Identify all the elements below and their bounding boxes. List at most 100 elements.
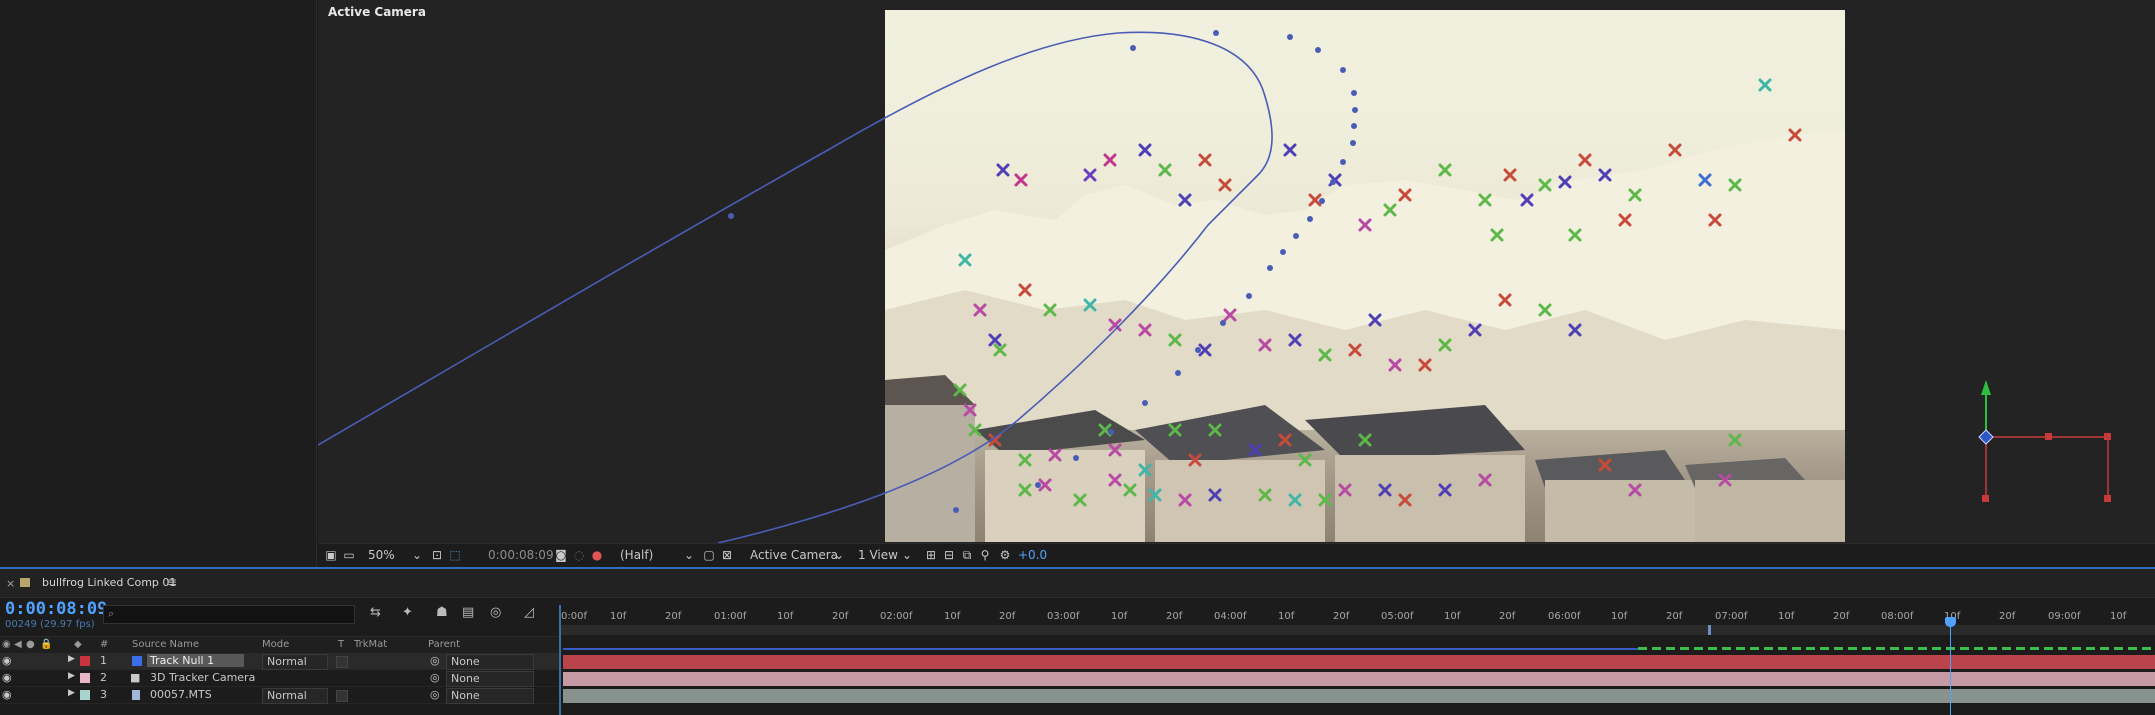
always-preview-icon[interactable]: ▣ bbox=[324, 548, 338, 562]
composition-icon bbox=[20, 578, 30, 587]
reset-exposure-icon[interactable]: ⚙ bbox=[998, 548, 1012, 562]
keyframe-line bbox=[563, 648, 1638, 650]
exposure-value[interactable]: +0.0 bbox=[1018, 548, 1047, 562]
playhead-line[interactable] bbox=[1950, 617, 1951, 715]
view-layout-dropdown[interactable]: 1 View bbox=[858, 548, 898, 562]
label-color-swatch[interactable] bbox=[80, 690, 90, 700]
keyframe-strip bbox=[563, 645, 2155, 651]
layer-row-3[interactable]: ◉ ▶ 3 00057.MTS Normal ◎ None bbox=[0, 687, 560, 704]
col-t[interactable]: T bbox=[338, 639, 344, 650]
camera-layer-icon: ■ bbox=[130, 671, 141, 684]
expand-triangle-icon[interactable]: ▶ bbox=[68, 671, 75, 681]
show-snapshot-icon[interactable]: ◌ bbox=[572, 548, 586, 562]
layer-bar-3[interactable] bbox=[563, 689, 2155, 703]
ruler-tick-label: 20f bbox=[999, 611, 1016, 622]
layer-row-2[interactable]: ◉ ▶ 2 ■ 3D Tracker Camera ◎ None bbox=[0, 670, 560, 687]
pickwhip-icon[interactable]: ◎ bbox=[430, 671, 440, 684]
ruler-tick-label: 09:00f bbox=[2048, 611, 2081, 622]
work-area-bar[interactable] bbox=[560, 625, 2155, 635]
ruler-tick-label: 07:00f bbox=[1715, 611, 1748, 622]
ruler-tick-label: 0:00f bbox=[561, 611, 587, 622]
ruler-tick-label: 10f bbox=[1611, 611, 1628, 622]
ruler-tick-label: 10f bbox=[777, 611, 794, 622]
time-ruler[interactable]: 0:00f 10f 20f 01:00f 10f 20f 02:00f 10f 20f 03:00… bbox=[0, 605, 2155, 635]
lock-icon[interactable]: 🔒 bbox=[40, 639, 52, 650]
col-mode[interactable]: Mode bbox=[262, 639, 289, 650]
monitor-icon[interactable]: ▭ bbox=[342, 548, 356, 562]
ruler-tick-label: 08:00f bbox=[1881, 611, 1914, 622]
preserve-transparency-checkbox[interactable] bbox=[336, 690, 348, 702]
ruler-tick-label: 20f bbox=[1166, 611, 1183, 622]
composition-viewer[interactable]: Active Camera bbox=[318, 0, 2155, 567]
layer-number: 3 bbox=[100, 688, 107, 701]
col-parent[interactable]: Parent bbox=[428, 639, 460, 650]
visibility-icon[interactable]: ◉ bbox=[2, 688, 12, 701]
timeline-icon[interactable]: ⧉ bbox=[960, 548, 974, 562]
fast-preview-icon[interactable]: ▢ bbox=[702, 548, 716, 562]
transparency-grid-icon[interactable]: ⊠ bbox=[720, 548, 734, 562]
ruler-tick-label: 10f bbox=[2110, 611, 2127, 622]
pickwhip-icon[interactable]: ◎ bbox=[430, 654, 440, 667]
null-layer-icon bbox=[132, 656, 142, 666]
flowchart-icon[interactable]: ⚲ bbox=[978, 548, 992, 562]
color-channels-icon[interactable]: ● bbox=[590, 548, 604, 562]
ruler-tick-label: 20f bbox=[832, 611, 849, 622]
motion-path-keyframes bbox=[728, 30, 1358, 513]
visibility-icon[interactable]: ◉ bbox=[2, 671, 12, 684]
audio-icon[interactable]: ◀ bbox=[14, 639, 22, 650]
chevron-down-icon: ⌄ bbox=[901, 548, 913, 562]
layer-row-1[interactable]: ◉ ▶ 1 Track Null 1 Normal ◎ None bbox=[0, 653, 560, 670]
toggle-pixel-aspect-icon[interactable]: ⊞ bbox=[924, 548, 938, 562]
visibility-icon[interactable]: ◉ bbox=[2, 654, 12, 667]
work-area-marker[interactable] bbox=[1708, 625, 1711, 635]
layer-number: 1 bbox=[100, 654, 107, 667]
col-trkmat[interactable]: TrkMat bbox=[354, 639, 387, 650]
region-of-interest-icon[interactable]: ⬚ bbox=[448, 548, 462, 562]
parent-dropdown[interactable]: None bbox=[446, 654, 534, 670]
layer-column-headers: ◉ ◀ ● 🔒 ◆ # Source Name Mode T TrkMat Pa… bbox=[0, 636, 560, 654]
solo-icon[interactable]: ● bbox=[26, 639, 35, 650]
render-options-icon[interactable]: ⊟ bbox=[942, 548, 956, 562]
ruler-tick-label: 20f bbox=[1833, 611, 1850, 622]
camera-snapshot-icon[interactable]: ◙ bbox=[554, 548, 568, 562]
ruler-tick-label: 10f bbox=[610, 611, 627, 622]
camera-view-dropdown[interactable]: Active Camera bbox=[750, 548, 838, 562]
parent-dropdown[interactable]: None bbox=[446, 688, 534, 704]
ruler-tick-label: 01:00f bbox=[714, 611, 747, 622]
preserve-transparency-checkbox[interactable] bbox=[336, 656, 348, 668]
layer-name[interactable]: Track Null 1 bbox=[147, 654, 245, 667]
pickwhip-icon[interactable]: ◎ bbox=[430, 688, 440, 701]
keyframe-markers bbox=[1638, 647, 2155, 650]
expand-triangle-icon[interactable]: ▶ bbox=[68, 688, 75, 698]
layer-bar-1[interactable] bbox=[563, 655, 2155, 669]
ruler-tick-label: 05:00f bbox=[1381, 611, 1414, 622]
camera-motion-path[interactable] bbox=[318, 0, 2155, 543]
ruler-tick-label: 20f bbox=[1333, 611, 1350, 622]
col-source-name[interactable]: Source Name bbox=[132, 639, 199, 650]
zoom-dropdown[interactable]: 50% bbox=[368, 548, 395, 562]
label-color-swatch[interactable] bbox=[80, 656, 90, 666]
composition-tab[interactable]: bullfrog Linked Comp 01 bbox=[42, 576, 176, 589]
playhead-handle[interactable] bbox=[1945, 617, 1956, 627]
visibility-icon[interactable]: ◉ bbox=[2, 639, 11, 650]
layer-bar-2[interactable] bbox=[563, 672, 2155, 686]
label-color-swatch[interactable] bbox=[80, 673, 90, 683]
layer-name[interactable]: 00057.MTS bbox=[150, 688, 212, 701]
chevron-down-icon: ⌄ bbox=[833, 548, 845, 562]
viewer-timecode[interactable]: 0:00:08:09 bbox=[488, 548, 554, 562]
label-icon[interactable]: ◆ bbox=[74, 639, 82, 650]
layer-name[interactable]: 3D Tracker Camera bbox=[150, 671, 255, 684]
mode-dropdown[interactable]: Normal bbox=[262, 654, 328, 670]
resolution-dropdown[interactable]: (Half) bbox=[620, 548, 653, 562]
expand-triangle-icon[interactable]: ▶ bbox=[68, 654, 75, 664]
close-icon[interactable]: × bbox=[6, 577, 15, 590]
ruler-tick-label: 20f bbox=[1999, 611, 2016, 622]
parent-dropdown[interactable]: None bbox=[446, 671, 534, 687]
3d-axis-gizmo[interactable] bbox=[1978, 380, 2111, 502]
menu-icon[interactable]: ≡ bbox=[167, 575, 177, 589]
ruler-tick-label: 10f bbox=[1778, 611, 1795, 622]
col-hash[interactable]: # bbox=[100, 639, 108, 650]
mode-dropdown[interactable]: Normal bbox=[262, 688, 328, 704]
ruler-tick-label: 20f bbox=[1499, 611, 1516, 622]
fit-icon[interactable]: ⊡ bbox=[430, 548, 444, 562]
